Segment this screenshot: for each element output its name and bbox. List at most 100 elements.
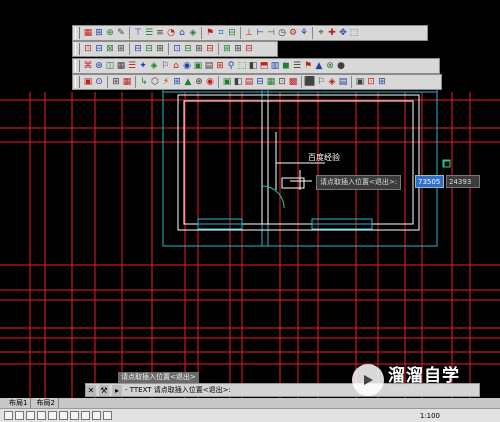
toolbar-tool-icon[interactable]: ⊡ <box>83 44 93 55</box>
toolbar-tool-icon[interactable]: ▤ <box>338 77 348 88</box>
toolbar-tool-icon[interactable]: ✥ <box>338 28 348 39</box>
toolbar-tool-icon[interactable]: ⚡ <box>161 77 171 88</box>
ducs-toggle[interactable] <box>70 411 79 420</box>
otrack-toggle[interactable] <box>59 411 68 420</box>
toolbar-tool-icon[interactable]: ⚑ <box>205 28 215 39</box>
toolbar-tool-icon[interactable]: ≡ <box>155 28 165 39</box>
osnap-toggle[interactable] <box>48 411 57 420</box>
toolbar-tool-icon[interactable]: ⊞ <box>116 44 126 55</box>
toolbar-tool-icon[interactable]: ⊞ <box>215 61 225 72</box>
toolbar-tool-icon[interactable]: ⊟ <box>183 44 193 55</box>
toolbar-tool-icon[interactable]: ◧ <box>233 77 243 88</box>
toolbar-tool-icon[interactable]: ⊞ <box>111 77 121 88</box>
toolbar-tool-icon[interactable]: ◼ <box>281 61 291 72</box>
toolbar-tool-icon[interactable]: ◉ <box>182 61 192 72</box>
toolbar-tool-icon[interactable]: ▤ <box>204 61 214 72</box>
toolbar-tool-icon[interactable]: ☰ <box>144 28 154 39</box>
toolbar-tool-icon[interactable]: ⊡ <box>366 77 376 88</box>
toolbar-tool-icon[interactable]: ▲ <box>183 77 193 88</box>
toolbar-tool-icon[interactable]: ⊟ <box>227 28 237 39</box>
toolbar-tool-icon[interactable]: ☰ <box>127 61 137 72</box>
toolbar-grip[interactable] <box>75 43 80 55</box>
toolbar-tool-icon[interactable]: ⌗ <box>216 28 226 39</box>
toolbar-tool-icon[interactable]: ▤ <box>244 77 254 88</box>
toolbar-tool-icon[interactable]: ⊞ <box>172 77 182 88</box>
toolbar-tool-icon[interactable]: ↳ <box>139 77 149 88</box>
toolbar-tool-icon[interactable]: ◷ <box>277 28 287 39</box>
tab-layout-1[interactable]: 布局1 <box>6 398 32 408</box>
toolbar-tool-icon[interactable]: ▦ <box>83 28 93 39</box>
toolbar-tool-icon[interactable]: ⬛ <box>304 77 315 88</box>
toolbar-tool-icon[interactable]: ⊡ <box>277 77 287 88</box>
x-coordinate-input[interactable]: 73505 <box>415 175 444 188</box>
toolbar-tool-icon[interactable]: ▩ <box>288 77 298 88</box>
toolbar-tool-icon[interactable]: ◔ <box>166 28 176 39</box>
command-prompt-icon[interactable]: ▸ <box>112 384 122 396</box>
toolbar-tool-icon[interactable]: ⌂ <box>177 28 187 39</box>
toolbar-tool-icon[interactable]: ⊗ <box>325 61 335 72</box>
toolbar-tool-icon[interactable]: ▦ <box>266 77 276 88</box>
toolbar-tool-icon[interactable]: ⚐ <box>316 77 326 88</box>
toolbar-tool-icon[interactable]: ⊞ <box>377 77 387 88</box>
toolbar-tool-icon[interactable]: ⊟ <box>205 44 215 55</box>
toolbar-tool-icon[interactable]: ◧ <box>248 61 258 72</box>
grid-toggle[interactable] <box>15 411 24 420</box>
toolbar-tool-icon[interactable]: ◈ <box>149 61 159 72</box>
toolbar-tool-icon[interactable]: ⊟ <box>133 44 143 55</box>
toolbar-tool-icon[interactable]: ⊢ <box>255 28 265 39</box>
toolbar-tool-icon[interactable]: ⊠ <box>105 44 115 55</box>
snap-toggle[interactable] <box>4 411 13 420</box>
polar-toggle[interactable] <box>37 411 46 420</box>
toolbar-tool-icon[interactable]: ⊛ <box>94 61 104 72</box>
toolbar-grip[interactable] <box>75 76 80 88</box>
close-icon[interactable]: ✕ <box>86 384 96 396</box>
toolbar-tool-icon[interactable]: ⊥ <box>244 28 254 39</box>
toolbar-grip[interactable] <box>75 27 80 39</box>
toolbar-tool-icon[interactable]: ▥ <box>270 61 280 72</box>
grip-point[interactable] <box>443 160 451 168</box>
toolbar-tool-icon[interactable]: ⊟ <box>244 44 254 55</box>
toolbar-tool-icon[interactable]: ▣ <box>83 77 93 88</box>
toolbar-tool-icon[interactable]: ⊤ <box>133 28 143 39</box>
toolbar-tool-icon[interactable]: ⬚ <box>237 61 247 72</box>
tab-layout-2[interactable]: 布局2 <box>33 398 59 408</box>
toolbar-tool-icon[interactable]: ⬚ <box>349 28 359 39</box>
toolbar-tool-icon[interactable]: ⊞ <box>194 44 204 55</box>
toolbar-tool-icon[interactable]: ⊣ <box>266 28 276 39</box>
toolbar-tool-icon[interactable]: ● <box>336 61 346 72</box>
toolbar-tool-icon[interactable]: ⚙ <box>288 28 298 39</box>
toolbar-tool-icon[interactable]: ⊡ <box>172 44 182 55</box>
toolbar-tool-icon[interactable]: ⊕ <box>105 28 115 39</box>
toolbar-tool-icon[interactable]: ✦ <box>138 61 148 72</box>
toolbar-tool-icon[interactable]: ▣ <box>355 77 365 88</box>
toolbar-tool-icon[interactable]: ◈ <box>188 28 198 39</box>
y-coordinate-input[interactable]: 24393 <box>446 175 480 188</box>
toolbar-tool-icon[interactable]: ⊞ <box>233 44 243 55</box>
toolbar-tool-icon[interactable]: ⊞ <box>155 44 165 55</box>
toolbar-tool-icon[interactable]: ▣ <box>222 77 232 88</box>
toolbar-tool-icon[interactable]: ⌖ <box>316 28 326 39</box>
wrench-icon[interactable]: ⚒ <box>99 384 109 396</box>
toolbar-tool-icon[interactable]: ▣ <box>193 61 203 72</box>
dyn-toggle[interactable] <box>81 411 90 420</box>
toolbar-tool-icon[interactable]: ⚘ <box>299 28 309 39</box>
toolbar-tool-icon[interactable]: ⚲ <box>226 61 236 72</box>
toolbar-tool-icon[interactable]: ⌂ <box>171 61 181 72</box>
toolbar-tool-icon[interactable]: ⊞ <box>222 44 232 55</box>
toolbar-tool-icon[interactable]: ⬒ <box>259 61 269 72</box>
toolbar-tool-icon[interactable]: ⊞ <box>94 28 104 39</box>
toolbar-tool-icon[interactable]: ◈ <box>327 77 337 88</box>
toolbar-tool-icon[interactable]: ◉ <box>205 77 215 88</box>
annotation-scale[interactable]: 1:100 <box>420 412 440 420</box>
toolbar-tool-icon[interactable]: ✚ <box>327 28 337 39</box>
toolbar-tool-icon[interactable]: ⬡ <box>150 77 160 88</box>
toolbar-tool-icon[interactable]: ⊕ <box>194 77 204 88</box>
toolbar-tool-icon[interactable]: ▦ <box>122 77 132 88</box>
toolbar-tool-icon[interactable]: ⊟ <box>144 44 154 55</box>
toolbar-tool-icon[interactable]: ⊟ <box>255 77 265 88</box>
toolbar-tool-icon[interactable]: ⌘ <box>83 61 93 72</box>
toolbar-tool-icon[interactable]: ◫ <box>105 61 115 72</box>
model-toggle[interactable] <box>103 411 112 420</box>
command-input[interactable]: - TTEXT 请点取插入位置<退出>: <box>125 385 231 395</box>
lineweight-toggle[interactable] <box>92 411 101 420</box>
